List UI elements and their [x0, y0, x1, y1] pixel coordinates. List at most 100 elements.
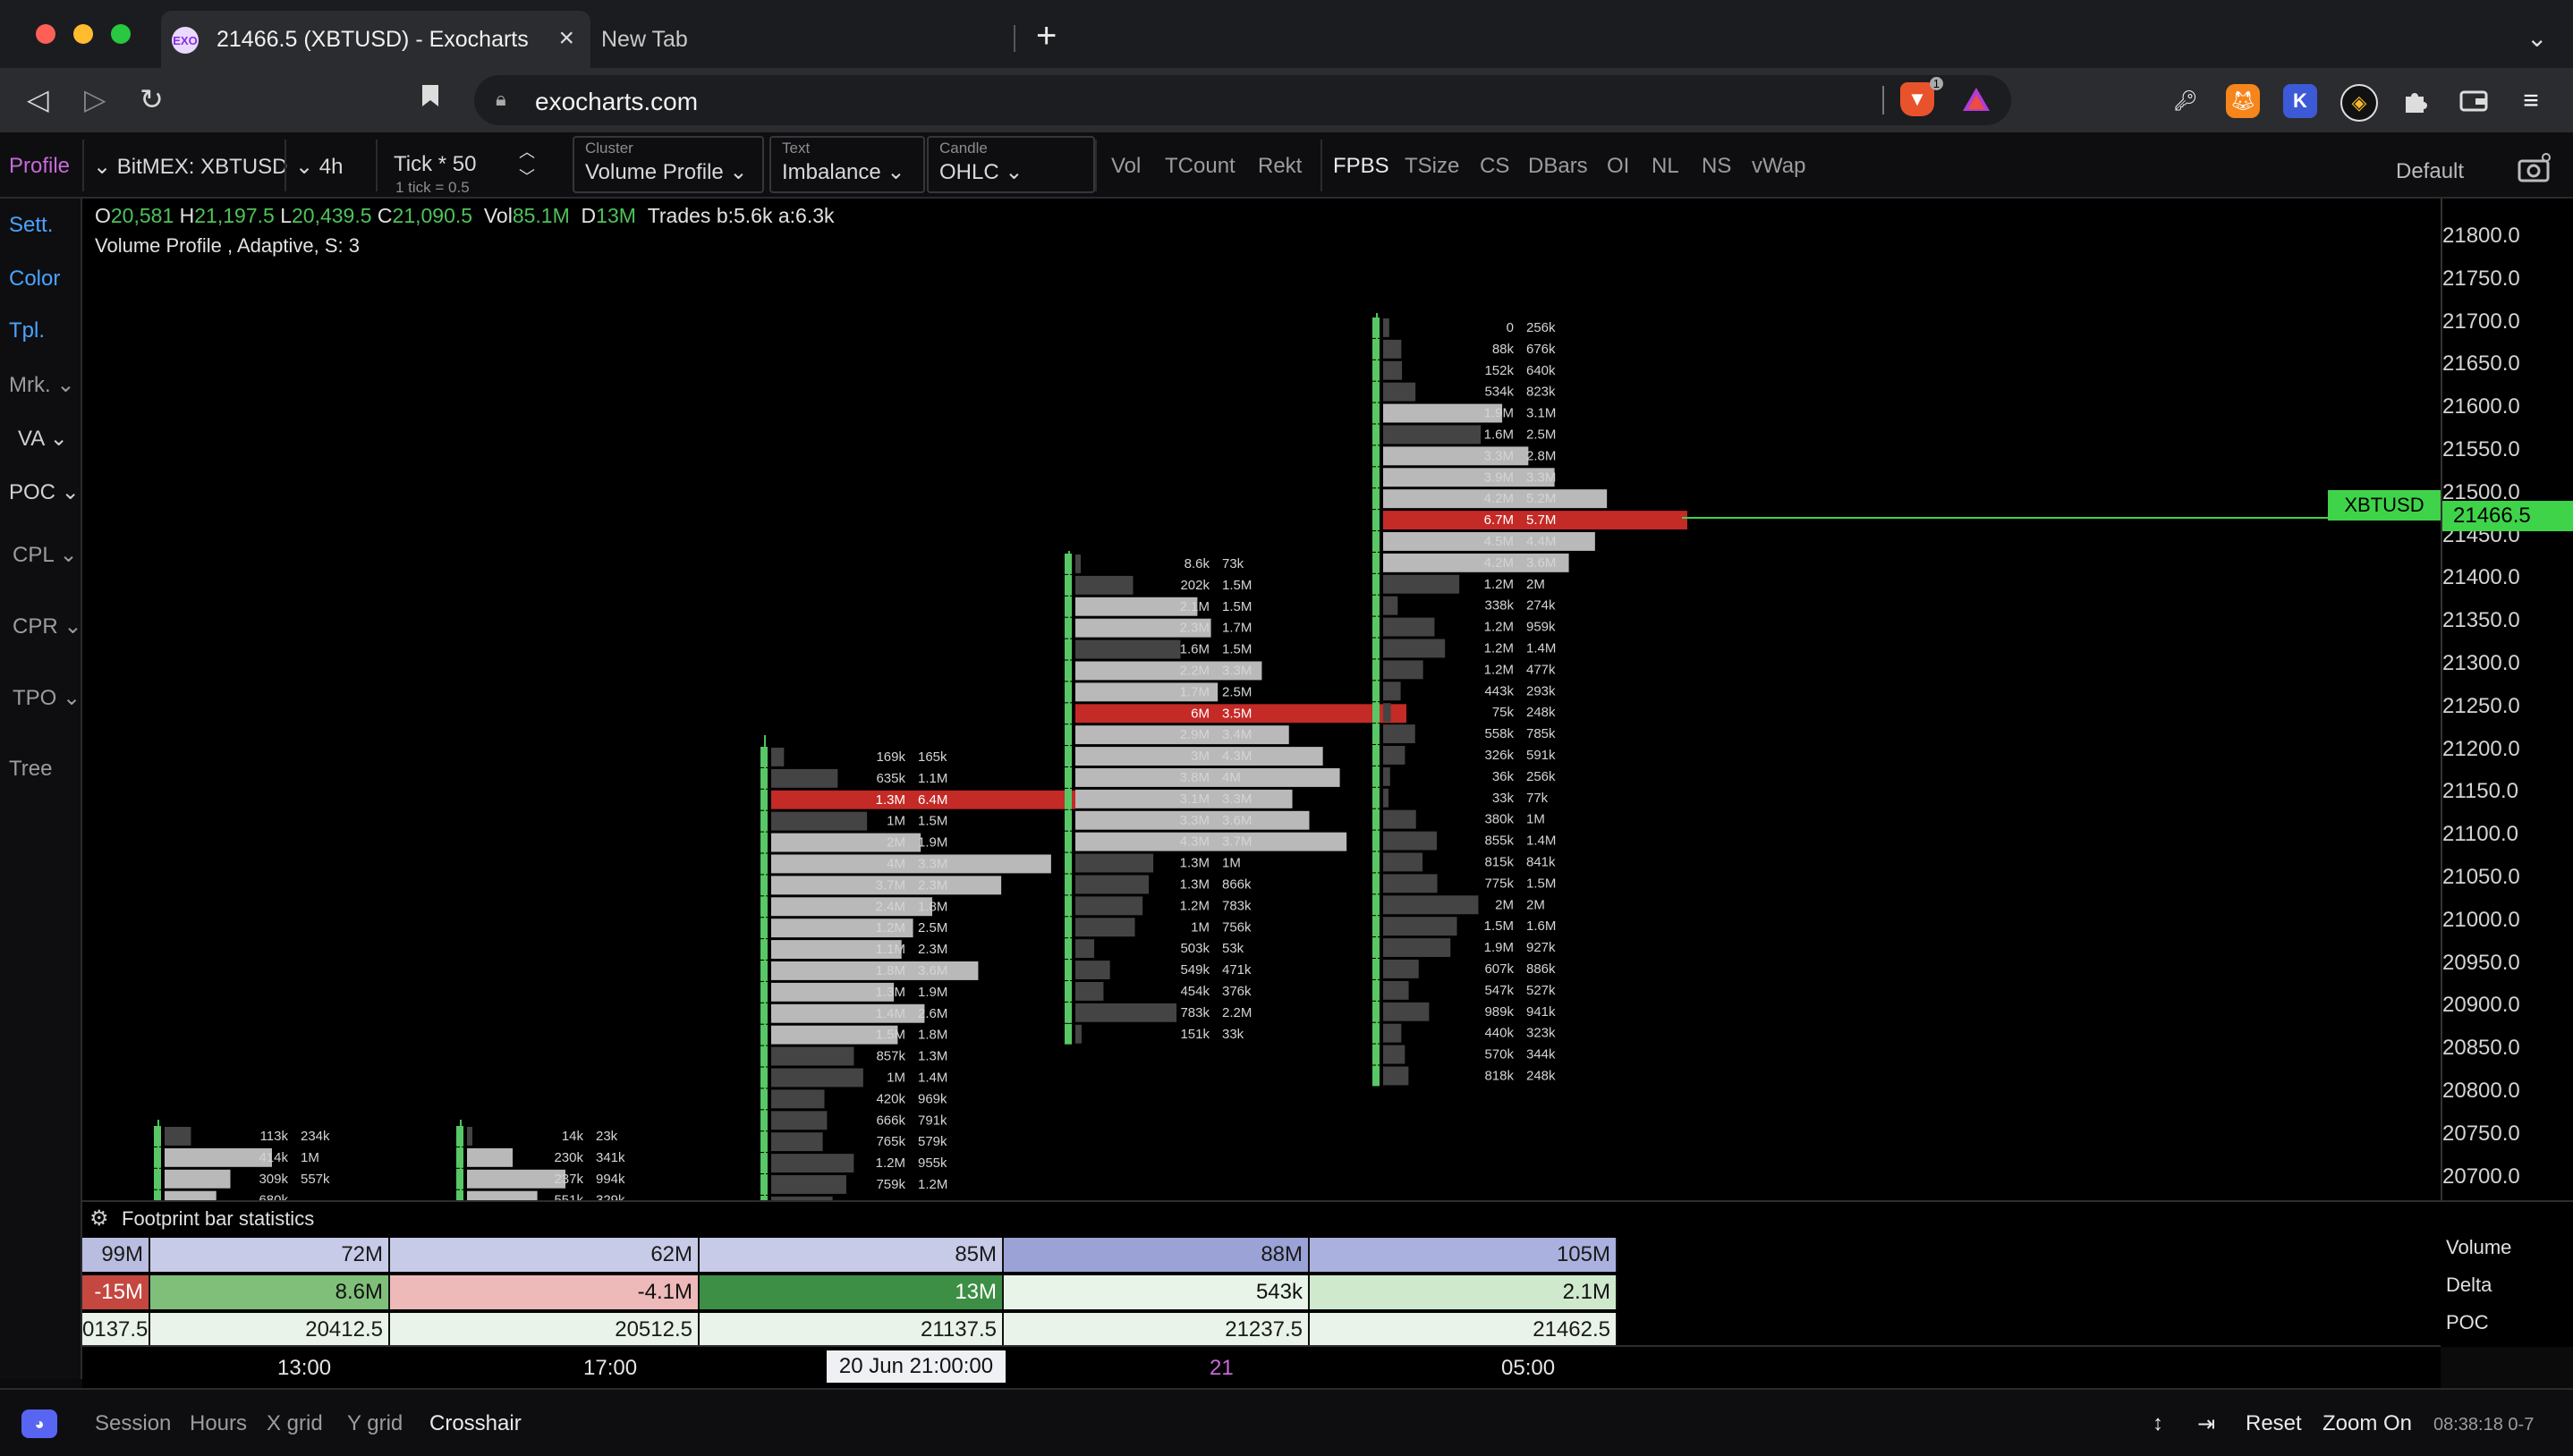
minimize-window-button[interactable] [73, 24, 93, 44]
bid-volume-label: 237k [554, 1172, 583, 1187]
candle-dropdown[interactable]: Candle OHLC ⌄ [927, 136, 1095, 193]
zoom-toggle[interactable]: Zoom On [2322, 1411, 2412, 1436]
sidebar-item-markers[interactable]: Mrk. ⌄ [9, 372, 74, 398]
volume-profile-bar [771, 811, 868, 831]
bid-volume-label: 0 [1507, 320, 1514, 335]
stats-cell-poc: 21237.5 [1004, 1313, 1310, 1347]
bookmark-icon[interactable] [420, 82, 440, 115]
reset-button[interactable]: Reset [2246, 1411, 2302, 1436]
screenshot-camera-icon[interactable] [2518, 152, 2553, 190]
candle-body [1372, 766, 1380, 787]
address-bar[interactable]: 🔒︎ exocharts.com 1 ▼ [474, 75, 2011, 125]
bid-volume-label: 1M [887, 1071, 905, 1086]
candle-body [1065, 554, 1072, 574]
bid-volume-label: 88k [1492, 342, 1515, 357]
candle-body [1372, 1065, 1380, 1087]
sidebar-item-tree[interactable]: Tree [9, 757, 52, 782]
toggle-fpbs[interactable]: FPBS [1333, 154, 1389, 179]
bid-volume-label: 1.3M [876, 985, 905, 1000]
footprint-chart-area[interactable]: 113k 234k 414k 1M 309k 557k 680k... 14k 23k 230k 3… [82, 199, 2441, 1200]
profile-button[interactable]: Profile [9, 154, 70, 179]
sidebar-item-cpl[interactable]: CPL ⌄ [13, 542, 78, 568]
toggle-nl[interactable]: NL [1652, 154, 1679, 179]
stats-cell-delta: 543k [1004, 1275, 1310, 1309]
bid-volume-label: 443k [1484, 683, 1514, 698]
exchange-selector[interactable]: ⌄ BitMEX: XBTUSD [93, 154, 287, 180]
reload-icon[interactable]: ↻ [140, 82, 164, 116]
browser-tab-exocharts[interactable]: EXO 21466.5 (XBTUSD) - Exocharts × [161, 11, 590, 68]
candle-body [456, 1168, 463, 1189]
discord-icon[interactable]: ◕ [21, 1409, 57, 1438]
price-axis[interactable]: 21800.0 21750.0 21700.0 21650.0 21600.0 21550… [2441, 199, 2573, 1200]
candle-body [1065, 788, 1072, 809]
ask-volume-label: 5.7M [1526, 512, 1556, 528]
toggle-oi[interactable]: OI [1607, 154, 1629, 179]
toggle-dbars[interactable]: DBars [1528, 154, 1588, 179]
stats-cell-poc: 20412.5 [150, 1313, 390, 1347]
metamask-fox-icon[interactable]: 🦊︎ [2226, 84, 2260, 118]
candle-body [1372, 979, 1380, 1001]
k-extension-icon[interactable]: K [2283, 84, 2317, 118]
toggle-vol[interactable]: Vol [1111, 154, 1141, 179]
sidebar-item-cpr[interactable]: CPR ⌄ [13, 614, 81, 639]
price-tick-label: 21150.0 [2442, 779, 2518, 804]
forward-arrow-icon[interactable]: ▷ [84, 82, 106, 116]
toggle-rekt[interactable]: Rekt [1258, 154, 1302, 179]
sidebar-item-settings[interactable]: Sett. [9, 213, 53, 238]
footprint-bar-3: 169k 165k 635k 1.1M 1.3M 6.4M 1M 1.5M 2M 1.9M 4M 3.… [760, 735, 1075, 1200]
brave-rewards-icon[interactable] [1959, 82, 1993, 116]
toggle-tcount[interactable]: TCount [1165, 154, 1236, 179]
extensions-puzzle-icon[interactable] [2398, 84, 2432, 118]
bid-volume-label: 1.2M [1180, 898, 1210, 913]
new-tab-plus-icon[interactable]: + [1036, 16, 1057, 56]
wallet-icon[interactable] [2457, 84, 2491, 118]
tick-size-value[interactable]: Tick * 50 [394, 152, 476, 177]
browser-tab-new[interactable]: New Tab [601, 27, 688, 53]
layout-default-selector[interactable]: Default [2396, 159, 2464, 184]
stats-cell-delta: -4.1M [390, 1275, 700, 1309]
close-window-button[interactable] [36, 24, 55, 44]
key-extension-icon[interactable]: 🔑︎ [2169, 84, 2203, 118]
text-dropdown[interactable]: Text Imbalance ⌄ [769, 136, 925, 193]
back-arrow-icon[interactable]: ◁ [27, 82, 49, 116]
tick-up-arrow-icon[interactable]: ︿ [519, 140, 535, 163]
volume-profile-bar [165, 1190, 217, 1200]
candle-body [760, 1045, 768, 1067]
bid-volume-label: 440k [1484, 1026, 1514, 1041]
price-tick-label: 21600.0 [2442, 394, 2520, 419]
toggle-ns[interactable]: NS [1702, 154, 1731, 179]
sidebar-item-template[interactable]: Tpl. [9, 318, 45, 343]
tick-down-arrow-icon[interactable]: ﹀ [519, 165, 535, 188]
binance-wallet-icon[interactable]: ◈ [2340, 84, 2378, 122]
cluster-dropdown[interactable]: Cluster Volume Profile ⌄ [573, 136, 764, 193]
bid-volume-label: 4.2M [1484, 555, 1514, 571]
tab-close-icon[interactable]: × [558, 23, 574, 54]
ask-volume-label: 1.9M [918, 985, 947, 1000]
toggle-tsize[interactable]: TSize [1405, 154, 1459, 179]
ask-volume-label: 591k [1526, 748, 1556, 763]
price-tick-label: 20900.0 [2442, 993, 2520, 1018]
tab-list-chevron-icon[interactable]: ⌄ [2526, 23, 2547, 53]
candle-body [1372, 360, 1380, 381]
ygrid-toggle[interactable]: Y grid [347, 1411, 403, 1436]
scroll-to-end-icon[interactable]: ⇥ [2197, 1411, 2215, 1437]
session-toggle[interactable]: Session [95, 1411, 171, 1436]
menu-hamburger-icon[interactable]: ≡ [2514, 84, 2548, 118]
time-axis[interactable]: 13:00 17:00 20 Jun 21:00:00 21 05:00 [82, 1345, 2441, 1388]
toggle-cs[interactable]: CS [1480, 154, 1509, 179]
xgrid-toggle[interactable]: X grid [267, 1411, 323, 1436]
bid-volume-label: 414k [259, 1150, 288, 1165]
sidebar-item-poc[interactable]: POC ⌄ [9, 479, 80, 505]
sidebar-item-va[interactable]: VA ⌄ [18, 426, 68, 452]
candle-body [154, 1147, 161, 1168]
timeframe-selector[interactable]: ⌄ 4h [295, 154, 343, 180]
vertical-resize-icon[interactable]: ↕ [2153, 1411, 2163, 1436]
gear-icon[interactable]: ⚙ [89, 1206, 109, 1232]
hours-toggle[interactable]: Hours [190, 1411, 247, 1436]
maximize-window-button[interactable] [111, 24, 131, 44]
sidebar-item-tpo[interactable]: TPO ⌄ [13, 685, 81, 711]
toggle-vwap[interactable]: vWap [1752, 154, 1805, 179]
brave-shield-icon[interactable]: 1 ▼ [1900, 77, 1943, 116]
crosshair-toggle[interactable]: Crosshair [429, 1411, 522, 1436]
sidebar-item-color[interactable]: Color [9, 267, 60, 292]
